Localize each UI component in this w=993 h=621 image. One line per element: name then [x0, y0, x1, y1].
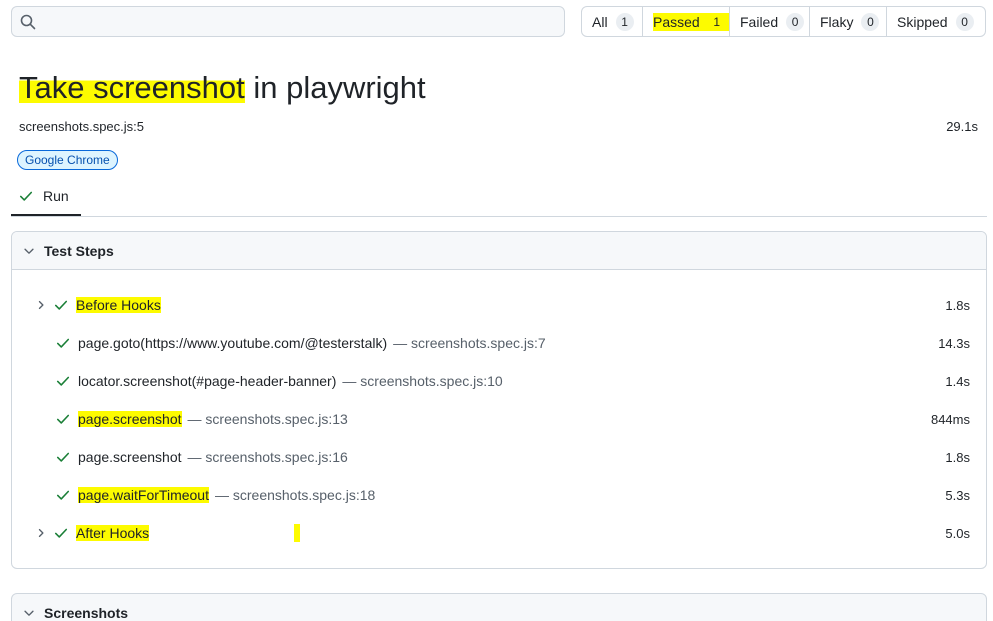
step-page-wait-for-timeout[interactable]: page.waitForTimeout — screenshots.spec.j…: [12, 476, 986, 514]
step-name: page.goto(https://www.youtube.com/@teste…: [78, 335, 388, 351]
step-page-screenshot[interactable]: page.screenshot — screenshots.spec.js:16…: [12, 438, 986, 476]
project-badge[interactable]: Google Chrome: [17, 150, 118, 170]
step-location: — screenshots.spec.js:16: [187, 449, 348, 465]
tab-run[interactable]: Run: [11, 178, 81, 216]
chevron-right-icon[interactable]: [34, 527, 48, 539]
test-file-location: screenshots.spec.js:5: [19, 119, 145, 134]
step-duration: 5.3s: [945, 487, 970, 503]
step-name: page.screenshot: [78, 411, 182, 427]
filter-count: 0: [861, 12, 880, 31]
check-icon: [56, 488, 70, 502]
step-page-goto[interactable]: page.goto(https://www.youtube.com/@teste…: [12, 324, 986, 362]
status-filter-tabs: All 1 Passed 1 Failed 0 Flaky 0 Skipped 0: [581, 6, 986, 37]
step-after-hooks[interactable]: After Hooks 5.0s: [12, 514, 986, 552]
chevron-down-icon: [24, 248, 34, 254]
highlighter-mark: [294, 524, 300, 542]
step-name: Before Hooks: [76, 297, 161, 313]
check-icon: [56, 412, 70, 426]
step-location: — screenshots.spec.js:10: [342, 373, 503, 389]
test-steps-card: Test Steps Before Hooks 1.8s page.goto(h…: [11, 231, 987, 569]
screenshots-card: Screenshots: [11, 593, 987, 621]
filter-label: Flaky: [820, 13, 854, 30]
filter-count: 0: [955, 12, 974, 31]
filter-label: All: [592, 13, 608, 30]
filter-skipped[interactable]: Skipped 0: [886, 7, 985, 36]
step-page-screenshot[interactable]: page.screenshot — screenshots.spec.js:13…: [12, 400, 986, 438]
filter-label: Passed: [653, 13, 700, 30]
step-duration: 1.4s: [945, 373, 970, 389]
test-steps-header[interactable]: Test Steps: [12, 232, 986, 270]
step-name: page.screenshot: [78, 449, 182, 465]
screenshots-title: Screenshots: [44, 605, 129, 621]
step-name: locator.screenshot(#page-header-banner): [78, 373, 337, 389]
step-duration: 844ms: [930, 411, 970, 427]
test-title-rest: in playwright: [244, 70, 426, 105]
chevron-right-icon[interactable]: [34, 299, 48, 311]
chevron-down-icon: [24, 610, 34, 616]
tab-divider: [11, 216, 987, 217]
filter-count: 0: [786, 12, 805, 31]
tab-run-label: Run: [43, 188, 69, 204]
test-duration: 29.1s: [946, 119, 978, 134]
test-title-highlighted: Take screenshot: [19, 70, 245, 105]
step-duration: 5.0s: [945, 525, 970, 541]
filter-label: Skipped: [897, 13, 948, 30]
step-location: — screenshots.spec.js:18: [214, 487, 376, 503]
step-duration: 14.3s: [938, 335, 970, 351]
step-before-hooks[interactable]: Before Hooks 1.8s: [12, 286, 986, 324]
step-name: After Hooks: [76, 525, 150, 541]
step-location: — screenshots.spec.js:7: [393, 335, 546, 351]
check-icon: [56, 450, 70, 464]
step-name: page.waitForTimeout: [78, 487, 209, 503]
search-icon: [20, 14, 36, 30]
search-box[interactable]: [11, 6, 565, 37]
check-icon: [56, 374, 70, 388]
test-title: Take screenshot in playwright: [19, 70, 426, 106]
screenshots-header[interactable]: Screenshots: [12, 594, 986, 621]
step-location: — screenshots.spec.js:13: [187, 411, 348, 427]
filter-count: 1: [713, 14, 721, 29]
check-icon: [19, 191, 33, 201]
search-input[interactable]: [44, 11, 554, 33]
filter-label: Failed: [740, 13, 779, 30]
check-icon: [54, 298, 68, 312]
check-icon: [56, 336, 70, 350]
step-duration: 1.8s: [945, 449, 970, 465]
filter-flaky[interactable]: Flaky 0: [809, 7, 886, 36]
filter-passed[interactable]: Passed 1: [642, 7, 730, 36]
filter-failed[interactable]: Failed 0: [729, 7, 809, 36]
check-icon: [54, 526, 68, 540]
filter-count: 1: [615, 12, 634, 31]
step-duration: 1.8s: [945, 297, 970, 313]
filter-all[interactable]: All 1: [582, 7, 642, 36]
test-steps-title: Test Steps: [44, 242, 114, 259]
step-locator-screenshot[interactable]: locator.screenshot(#page-header-banner) …: [12, 362, 986, 400]
